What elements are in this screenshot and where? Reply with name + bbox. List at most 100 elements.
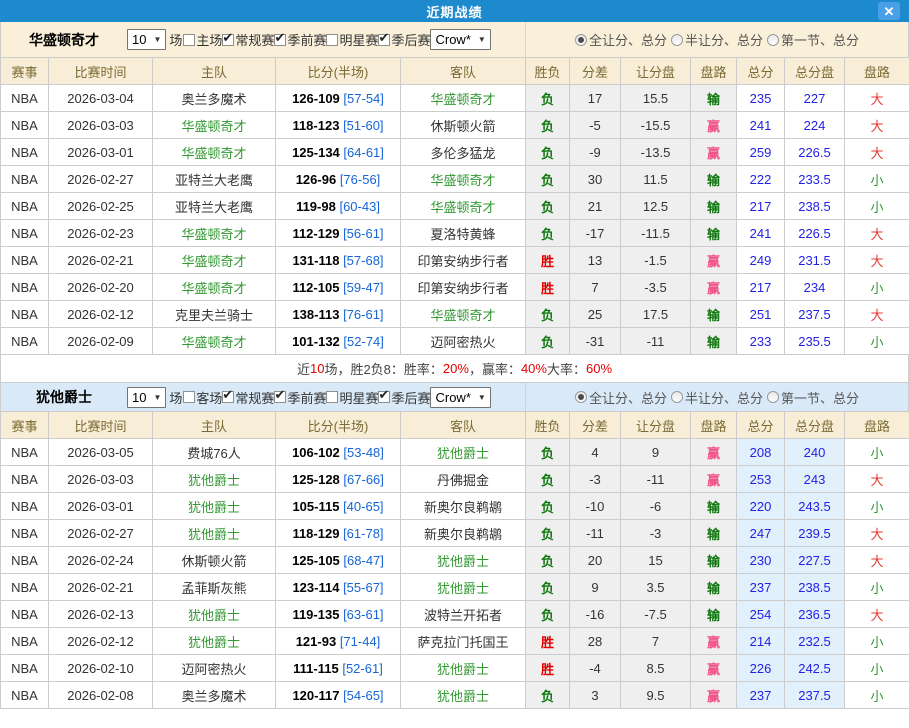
cell-over-under: 小 xyxy=(845,328,909,355)
filter-checkbox-季后赛[interactable]: ✔季后赛 xyxy=(378,388,430,407)
cell-home-team: 华盛顿奇才 xyxy=(153,274,276,301)
radio-icon xyxy=(671,391,683,403)
mode-radio-半让分、总分[interactable]: 半让分、总分 xyxy=(671,388,763,407)
cell-handicap-line: 15 xyxy=(621,547,691,574)
cell-total-points: 249 xyxy=(737,247,785,274)
cell-date: 2026-02-10 xyxy=(49,655,153,682)
column-header-赛事: 赛事 xyxy=(1,58,49,85)
checkbox-icon: ✔ xyxy=(326,391,338,403)
cell-home-team: 克里夫兰骑士 xyxy=(153,301,276,328)
check-mark-icon: ✔ xyxy=(274,30,285,46)
filter-checkbox-季前赛[interactable]: ✔季前赛 xyxy=(274,30,326,49)
bookmaker-select[interactable]: Crow*▼ xyxy=(430,387,490,408)
table-row: NBA2026-03-04奥兰多魔术126-109 [57-54]华盛顿奇才负1… xyxy=(1,85,909,112)
column-header-盘路: 盘路 xyxy=(845,58,909,85)
cell-handicap-line: -6 xyxy=(621,493,691,520)
full-score: 121-93 xyxy=(296,634,336,649)
cell-away-team: 印第安纳步行者 xyxy=(401,274,526,301)
cell-over-under: 大 xyxy=(845,520,909,547)
filter-checkbox-季前赛[interactable]: ✔季前赛 xyxy=(274,388,326,407)
cell-over-under: 小 xyxy=(845,439,909,466)
half-score: [60-43] xyxy=(339,199,379,214)
cell-score: 131-118 [57-68] xyxy=(276,247,401,274)
cell-away-team: 犹他爵士 xyxy=(401,655,526,682)
cell-point-diff: -5 xyxy=(570,112,621,139)
filter-checkbox-主场[interactable]: ✔主场 xyxy=(183,30,222,49)
cell-handicap-line: 9.5 xyxy=(621,682,691,709)
filter-checkbox-明星赛[interactable]: ✔明星赛 xyxy=(326,30,378,49)
cell-home-team: 华盛顿奇才 xyxy=(153,247,276,274)
radio-label: 全让分、总分 xyxy=(589,30,667,49)
games-count-select[interactable]: 10▼ xyxy=(127,29,166,50)
filter-checkbox-常规赛[interactable]: ✔常规赛 xyxy=(222,30,274,49)
cell-handicap-result: 输 xyxy=(691,220,737,247)
checkbox-icon: ✔ xyxy=(222,391,234,403)
cell-over-under: 大 xyxy=(845,247,909,274)
column-header-主队: 主队 xyxy=(153,412,276,439)
cell-away-team: 丹佛掘金 xyxy=(401,466,526,493)
mode-radio-半让分、总分[interactable]: 半让分、总分 xyxy=(671,30,763,49)
filter-checkbox-客场[interactable]: ✔客场 xyxy=(183,388,222,407)
summary-segment: 近 xyxy=(297,359,310,378)
filter-bar: 华盛顿奇才10▼场✔主场✔常规赛✔季前赛✔明星赛✔季后赛Crow*▼全让分、总分… xyxy=(0,22,909,57)
cell-total-points: 241 xyxy=(737,220,785,247)
half-score: [61-78] xyxy=(343,526,383,541)
checkbox-icon: ✔ xyxy=(274,391,286,403)
cell-handicap-result: 输 xyxy=(691,520,737,547)
checkbox-label: 常规赛 xyxy=(235,30,274,49)
cell-handicap-result: 赢 xyxy=(691,274,737,301)
table-row: NBA2026-02-10迈阿密热火111-115 [52-61]犹他爵士胜-4… xyxy=(1,655,909,682)
table-row: NBA2026-02-12犹他爵士121-93 [71-44]萨克拉门托国王胜2… xyxy=(1,628,909,655)
filter-checkbox-常规赛[interactable]: ✔常规赛 xyxy=(222,388,274,407)
full-score: 119-98 xyxy=(296,199,336,214)
table-row: NBA2026-02-21华盛顿奇才131-118 [57-68]印第安纳步行者… xyxy=(1,247,909,274)
mode-radio-全让分、总分[interactable]: 全让分、总分 xyxy=(575,388,667,407)
checkbox-label: 季前赛 xyxy=(287,388,326,407)
close-icon: ✕ xyxy=(884,5,895,18)
mode-radio-第一节、总分[interactable]: 第一节、总分 xyxy=(767,388,859,407)
cell-home-team: 奥兰多魔术 xyxy=(153,85,276,112)
games-count-select[interactable]: 10▼ xyxy=(127,387,166,408)
full-score: 123-114 xyxy=(292,580,339,595)
cell-date: 2026-03-01 xyxy=(49,139,153,166)
bookmaker-select[interactable]: Crow*▼ xyxy=(430,29,490,50)
odds-mode-group: 全让分、总分半让分、总分第一节、总分 xyxy=(525,383,908,411)
cell-total-points: 247 xyxy=(737,520,785,547)
cell-league: NBA xyxy=(1,193,49,220)
cell-total-line: 238.5 xyxy=(785,574,845,601)
table-row: NBA2026-02-27亚特兰大老鹰126-96 [76-56]华盛顿奇才负3… xyxy=(1,166,909,193)
cell-result: 负 xyxy=(526,601,570,628)
filter-checkbox-明星赛[interactable]: ✔明星赛 xyxy=(326,388,378,407)
close-button[interactable]: ✕ xyxy=(878,2,900,20)
column-header-主队: 主队 xyxy=(153,58,276,85)
column-header-客队: 客队 xyxy=(401,58,526,85)
cell-point-diff: -11 xyxy=(570,520,621,547)
filter-checkbox-季后赛[interactable]: ✔季后赛 xyxy=(378,30,430,49)
cell-result: 负 xyxy=(526,520,570,547)
cell-handicap-result: 赢 xyxy=(691,112,737,139)
cell-home-team: 华盛顿奇才 xyxy=(153,220,276,247)
cell-handicap-line: -1.5 xyxy=(621,247,691,274)
games-count-select-value: 10 xyxy=(132,390,146,405)
table-row: NBA2026-02-12克里夫兰骑士138-113 [76-61]华盛顿奇才负… xyxy=(1,301,909,328)
cell-handicap-line: -11.5 xyxy=(621,220,691,247)
cell-date: 2026-02-23 xyxy=(49,220,153,247)
radio-label: 第一节、总分 xyxy=(781,388,859,407)
cell-league: NBA xyxy=(1,139,49,166)
full-score: 126-96 xyxy=(296,172,336,187)
cell-score: 125-128 [67-66] xyxy=(276,466,401,493)
cell-handicap-result: 输 xyxy=(691,574,737,601)
mode-radio-第一节、总分[interactable]: 第一节、总分 xyxy=(767,30,859,49)
radio-label: 半让分、总分 xyxy=(685,30,763,49)
cell-total-line: 232.5 xyxy=(785,628,845,655)
cell-away-team: 华盛顿奇才 xyxy=(401,85,526,112)
games-unit-label: 场 xyxy=(169,388,182,407)
full-score: 125-128 xyxy=(292,472,340,487)
checkbox-icon: ✔ xyxy=(326,34,338,46)
cell-league: NBA xyxy=(1,682,49,709)
mode-radio-全让分、总分[interactable]: 全让分、总分 xyxy=(575,30,667,49)
cell-point-diff: -4 xyxy=(570,655,621,682)
check-mark-icon: ✔ xyxy=(222,30,233,46)
cell-over-under: 大 xyxy=(845,112,909,139)
cell-away-team: 波特兰开拓者 xyxy=(401,601,526,628)
